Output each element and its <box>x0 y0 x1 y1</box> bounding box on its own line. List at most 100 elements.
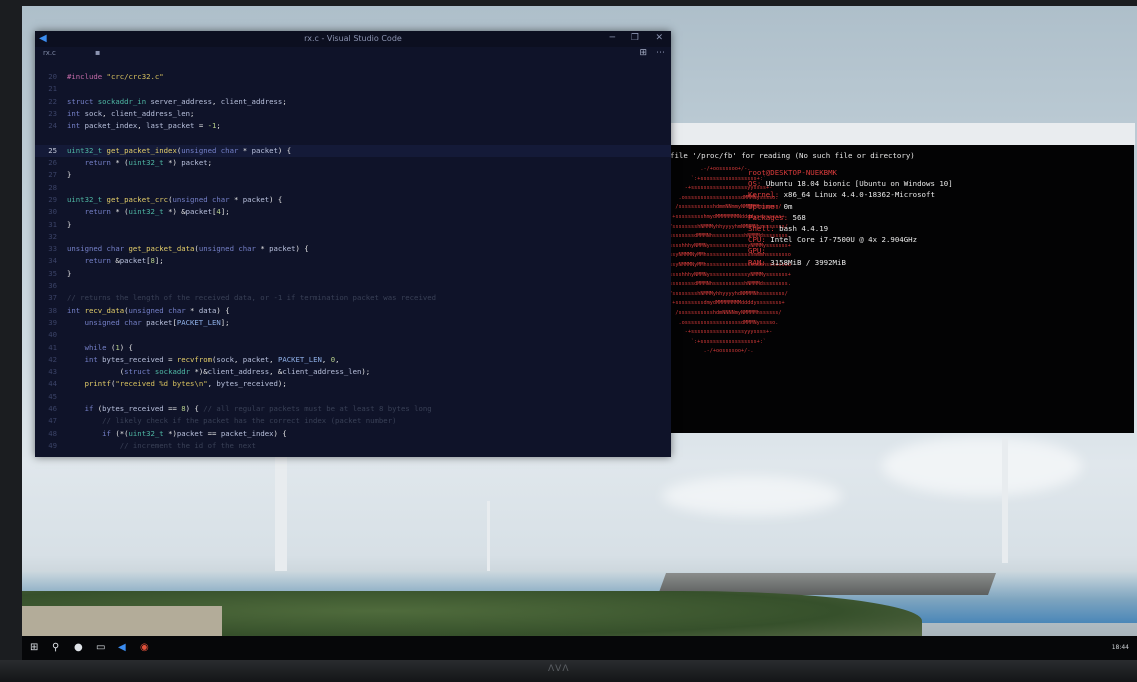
code-token: int <box>67 305 85 315</box>
line-number: 38 <box>48 305 57 315</box>
code-token: unsigned char <box>67 317 147 327</box>
code-line[interactable]: 22 struct sockaddr_in server_address, cli… <box>35 96 671 108</box>
code-token: ]; <box>220 317 230 327</box>
line-number: 49 <box>48 440 57 450</box>
code-text: #include "crc/crc32.c" <box>67 71 164 83</box>
code-token: data <box>198 305 217 315</box>
code-editor[interactable]: 20 #include "crc/crc32.c" 21 22 struct socka… <box>35 71 671 457</box>
taskbar-clock[interactable]: 18:44 <box>1112 644 1129 651</box>
more-actions-icon[interactable]: ⋯ <box>656 48 665 58</box>
code-token: bytes_received <box>102 354 169 364</box>
code-token: unsigned char <box>172 194 234 204</box>
code-token: // returns the length of the received da… <box>67 293 437 303</box>
code-line[interactable]: 38 int recv_data(unsigned char * data) { <box>35 305 671 317</box>
code-token: recvfrom <box>176 354 213 364</box>
close-icon[interactable]: ✕ <box>655 33 663 43</box>
line-number: 34 <box>48 256 57 266</box>
code-token: get_packet_crc <box>106 194 169 204</box>
code-line[interactable]: 24 int packet_index, last_packet = -1; <box>35 120 671 132</box>
code-line[interactable]: 35} <box>35 268 671 280</box>
minimize-icon[interactable]: ─ <box>610 33 615 43</box>
code-token: server_address <box>150 96 212 106</box>
line-number: 47 <box>48 416 57 426</box>
code-line[interactable] <box>35 132 671 144</box>
code-line[interactable]: 43 (struct sockaddr *)&client_address, &… <box>35 366 671 378</box>
code-text: int packet_index, last_packet = -1; <box>67 120 221 132</box>
code-line[interactable]: 44 printf("received %d bytes\n", bytes_r… <box>35 378 671 390</box>
chrome-taskbar-icon[interactable]: ◉ <box>140 642 149 653</box>
line-number: 32 <box>48 231 57 241</box>
code-token: get_packet_index <box>106 145 177 155</box>
code-line[interactable]: 37 // returns the length of the received … <box>35 292 671 304</box>
code-line[interactable]: 46 if (bytes_received == 8) { // all reg… <box>35 403 671 415</box>
code-line[interactable]: 32 <box>35 231 671 243</box>
split-editor-icon[interactable]: ⊞ <box>639 48 647 58</box>
vscode-window[interactable]: ◀ rx.c - Visual Studio Code ─ ❐ ✕ rx.c ▪… <box>35 31 671 457</box>
vscode-titlebar[interactable]: ◀ rx.c - Visual Studio Code ─ ❐ ✕ <box>35 31 671 47</box>
line-number: 24 <box>48 121 57 131</box>
code-line[interactable]: 34 return &packet[8]; <box>35 255 671 267</box>
line-number: 30 <box>48 207 57 217</box>
code-line[interactable]: 25 uint32_t get_packet_index(unsigned cha… <box>35 144 671 158</box>
code-line[interactable]: 39 unsigned char packet[PACKET_LEN]; <box>35 317 671 329</box>
code-token: ) { <box>295 244 309 254</box>
code-token: *) <box>168 428 177 438</box>
code-line[interactable]: 23 int sock, client_address_len; <box>35 108 671 120</box>
monitor-brand-logo: ΛVΛ <box>548 664 570 674</box>
editor-tab-bar: rx.c ▪ ⊞ ⋯ <box>35 47 671 61</box>
code-token: int <box>67 108 85 118</box>
system-info-line: GPU: <box>748 245 770 256</box>
code-line[interactable]: 33 unsigned char get_packet_data(unsigned… <box>35 243 671 255</box>
code-line[interactable]: 20 #include "crc/crc32.c" <box>35 71 671 83</box>
code-line[interactable]: 42 int bytes_received = recvfrom(sock, p… <box>35 354 671 366</box>
code-line[interactable]: 26 return * (uint32_t *) packet; <box>35 157 671 169</box>
code-token: unsigned char <box>198 244 261 254</box>
code-line[interactable]: 31} <box>35 219 671 231</box>
cortana-icon[interactable]: ● <box>74 642 83 653</box>
line-number: 43 <box>48 367 57 377</box>
code-token: packet <box>185 207 212 217</box>
code-token: client_address <box>220 96 283 106</box>
code-token: unsigned char <box>181 145 243 155</box>
maximize-icon[interactable]: ❐ <box>631 33 639 43</box>
windows-start-icon[interactable]: ⊞ <box>30 642 38 653</box>
tab-rx-c[interactable]: rx.c <box>43 49 56 57</box>
system-info-line: Packages: 568 <box>748 212 806 223</box>
code-token: , <box>269 354 278 364</box>
code-token: uint32_t <box>67 145 107 155</box>
code-line[interactable]: 36 <box>35 280 671 292</box>
code-text: } <box>67 219 71 231</box>
code-line[interactable]: 40 <box>35 329 671 341</box>
line-number: 44 <box>48 379 57 389</box>
code-token: int <box>67 121 85 131</box>
system-info-line: CPU: Intel Core i7-7500U @ 4x 2.904GHz <box>748 234 917 245</box>
ascii-logo-line: `:+ssssssssssssssssss+:` <box>666 338 766 345</box>
code-token: "received %d bytes\n" <box>115 379 208 389</box>
code-token: } <box>67 219 72 229</box>
code-line[interactable]: 48 if (*(uint32_t *)packet == packet_ind… <box>35 428 671 440</box>
code-line[interactable]: 41 while (1) { <box>35 342 671 354</box>
code-line[interactable]: 21 <box>35 83 671 95</box>
code-text: int sock, client_address_len; <box>67 108 194 120</box>
code-line[interactable]: 45 <box>35 391 671 403</box>
code-text: // returns the length of the received da… <box>67 292 436 304</box>
code-line[interactable]: 47 // likely check if the packet has the… <box>35 415 671 427</box>
task-view-icon[interactable]: ▭ <box>96 642 105 653</box>
code-line[interactable]: 27} <box>35 169 671 181</box>
info-value: Intel Core i7-7500U @ 4x 2.904GHz <box>770 235 918 245</box>
code-line[interactable]: 29 uint32_t get_packet_crc(unsigned char … <box>35 194 671 206</box>
code-line[interactable]: 30 return * (uint32_t *) &packet[4]; <box>35 206 671 218</box>
code-line[interactable]: 28 <box>35 182 671 194</box>
code-token: * ( <box>115 158 129 168</box>
terminal-window[interactable]: file '/proc/fb' for reading (No such fil… <box>666 145 1134 433</box>
search-icon[interactable]: ⚲ <box>52 642 59 653</box>
code-text: (struct sockaddr *)&client_address, &cli… <box>67 366 371 378</box>
code-token: if <box>67 428 116 438</box>
vscode-taskbar-icon[interactable]: ◀ <box>118 642 126 653</box>
code-text: if (bytes_received == 8) { // all regula… <box>67 403 432 415</box>
code-line[interactable]: 49 // increment the id of the next <box>35 440 671 452</box>
code-text: // increment the id of the next <box>67 440 256 452</box>
tab-close-icon[interactable]: ▪ <box>95 48 100 57</box>
code-token: ( <box>67 367 125 377</box>
terminal-titlebar[interactable] <box>667 123 1135 146</box>
